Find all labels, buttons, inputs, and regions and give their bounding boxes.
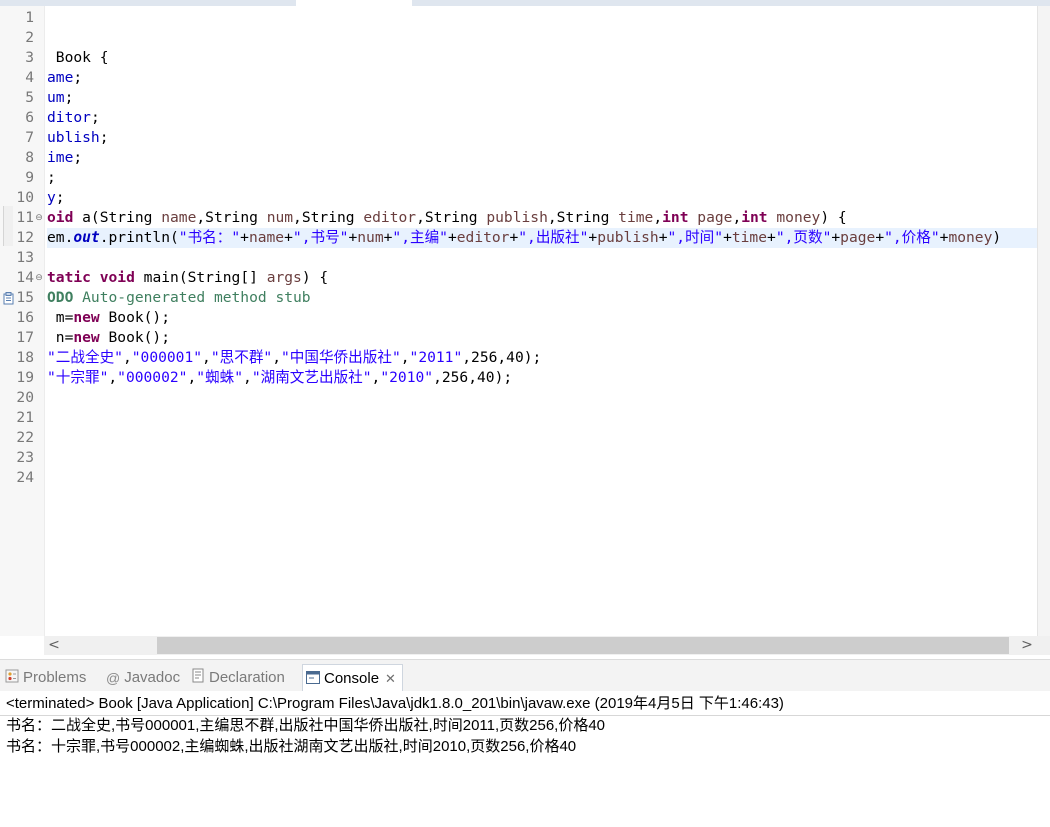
tab-javadoc[interactable]: @ Javadoc [106, 664, 180, 691]
code-line-15: ODO Auto-generated method stub [47, 289, 311, 306]
code-line-11: oid a(String name,String num,String edit… [47, 209, 847, 226]
code-text-area[interactable]: Book { ame; um; ditor; ublish; ime; ; y;… [47, 6, 1050, 636]
line-number: 22 [16, 429, 34, 446]
tab-declaration[interactable]: Declaration [192, 664, 285, 691]
line-number: 13 [16, 249, 34, 266]
line-number: 2 [25, 29, 34, 46]
scroll-left-arrow-icon[interactable]: < [47, 636, 61, 655]
code-line-19: "十宗罪","000002","蜘蛛","湖南文艺出版社","2010",256… [47, 369, 513, 386]
line-number: 10 [16, 189, 34, 206]
task-marker-icon[interactable] [3, 290, 15, 305]
console-icon [306, 666, 320, 693]
line-number: 6 [25, 109, 34, 126]
view-tab-bar: Problems @ Javadoc Declaration Console ✕ [0, 659, 1050, 692]
code-line-12: em.out.println("书名："+name+",书号"+num+",主编… [47, 229, 1002, 246]
tab-problems[interactable]: Problems [5, 664, 86, 691]
code-editor[interactable]: 1 2 3 4 5 6 7 8 9 10 11 12 13 14 15 16 1… [0, 6, 1050, 656]
line-number: 5 [25, 89, 34, 106]
line-number: 20 [16, 389, 34, 406]
fold-collapse-icon[interactable]: ⊖ [34, 268, 44, 288]
javadoc-icon: @ [106, 669, 121, 686]
code-line-14: tatic void main(String[] args) { [47, 269, 329, 286]
line-number: 3 [25, 49, 34, 66]
code-line-6: ditor; [47, 109, 100, 126]
code-line-5: um; [47, 89, 74, 106]
console-view[interactable]: <terminated> Book [Java Application] C:\… [0, 691, 1050, 827]
line-number-gutter: 1 2 3 4 5 6 7 8 9 10 11 12 13 14 15 16 1… [0, 6, 45, 636]
line-number: 11 [16, 209, 34, 226]
declaration-icon [192, 665, 205, 692]
tab-console[interactable]: Console ✕ [302, 664, 403, 692]
code-line-3: Book { [47, 49, 109, 66]
code-line-9: ; [47, 169, 56, 186]
code-line-17: n=new Book(); [47, 329, 171, 346]
console-output-line: 书名：二战全史,书号000001,主编思不群,出版社中国华侨出版社,时间2011… [6, 717, 606, 734]
code-line-7: ublish; [47, 129, 109, 146]
line-number: 23 [16, 449, 34, 466]
line-number: 7 [25, 129, 34, 146]
code-line-10: y; [47, 189, 65, 206]
line-number: 9 [25, 169, 34, 186]
code-line-18: "二战全史","000001","思不群","中国华侨出版社","2011",2… [47, 349, 542, 366]
line-number: 14 [16, 269, 34, 286]
line-number: 4 [25, 69, 34, 86]
line-number: 24 [16, 469, 34, 486]
line-number: 21 [16, 409, 34, 426]
close-icon[interactable]: ✕ [385, 671, 396, 686]
scrollbar-thumb[interactable] [157, 637, 1009, 654]
line-number: 16 [16, 309, 34, 326]
scroll-right-arrow-icon[interactable]: > [1020, 636, 1034, 655]
console-process-header: <terminated> Book [Java Application] C:\… [0, 691, 1050, 716]
code-line-4: ame; [47, 69, 83, 86]
code-line-16: m=new Book(); [47, 309, 171, 326]
line-number: 8 [25, 149, 34, 166]
line-number: 19 [16, 369, 34, 386]
overview-ruler[interactable] [1037, 6, 1050, 636]
console-terminated-label: <terminated> Book [Java Application] C:\… [6, 695, 784, 712]
line-number: 17 [16, 329, 34, 346]
problems-icon [5, 665, 19, 692]
console-output-line: 书名：十宗罪,书号000002,主编蜘蛛,出版社湖南文艺出版社,时间2010,页… [6, 738, 577, 755]
line-number: 12 [16, 229, 34, 246]
line-number: 1 [25, 9, 34, 26]
fold-collapse-icon[interactable]: ⊖ [34, 208, 44, 228]
line-number: 18 [16, 349, 34, 366]
horizontal-scrollbar[interactable]: < > [44, 636, 1050, 655]
code-line-8: ime; [47, 149, 83, 166]
